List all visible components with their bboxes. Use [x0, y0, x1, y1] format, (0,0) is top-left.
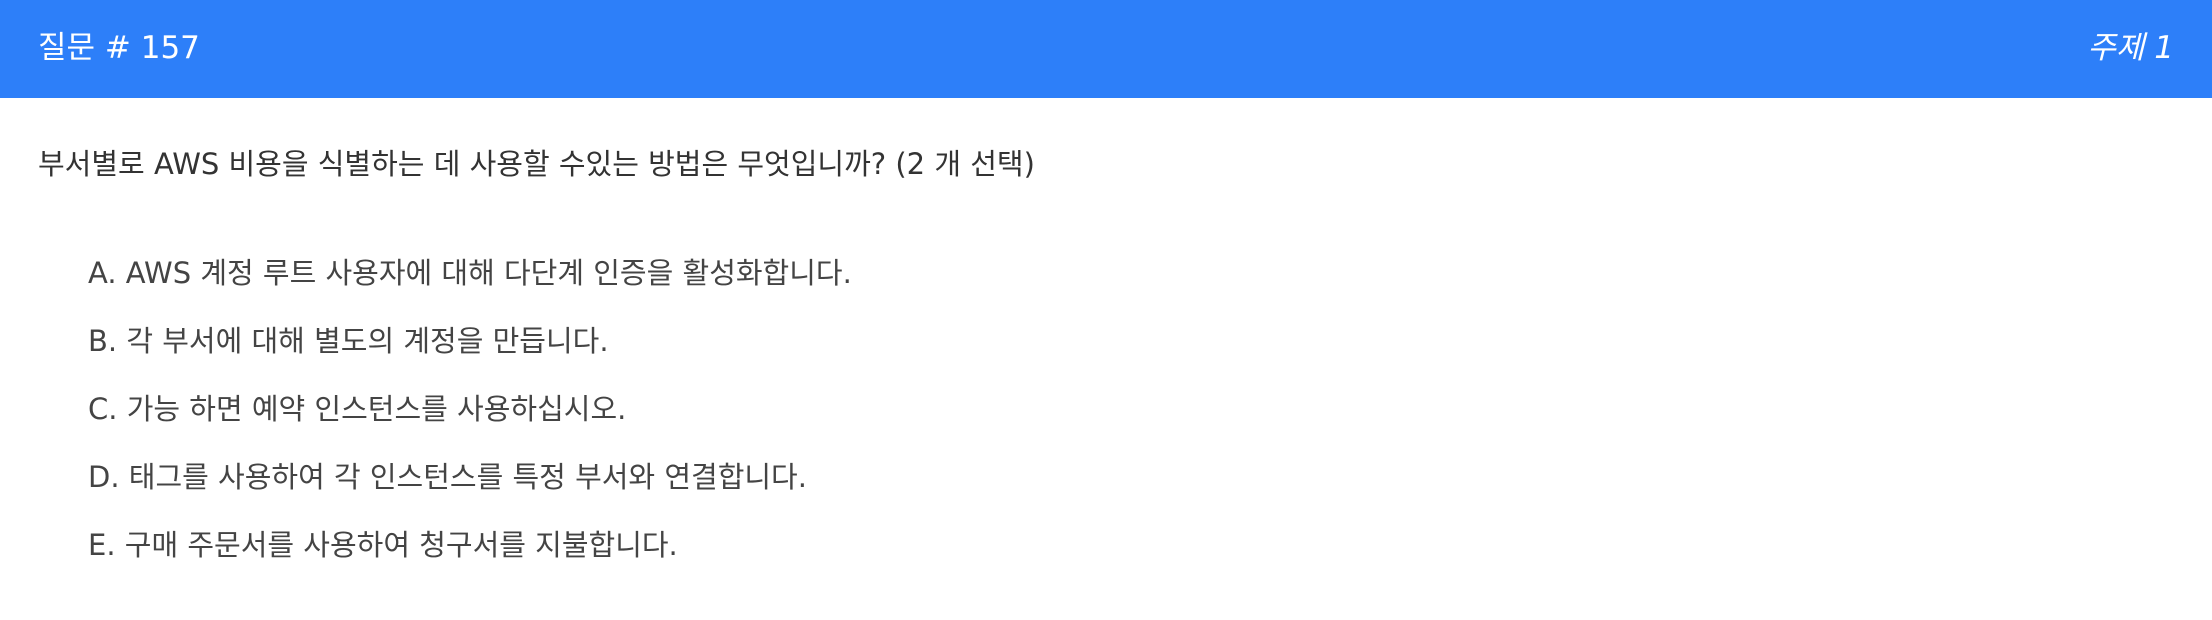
choice-text: 가능 하면 예약 인스턴스를 사용하십시오. [126, 392, 627, 426]
choice-text: 태그를 사용하여 각 인스턴스를 특정 부서와 연결합니다. [128, 460, 807, 494]
choice-text: 각 부서에 대해 별도의 계정을 만듭니다. [126, 324, 609, 358]
answer-choices-list: A. AWS 계정 루트 사용자에 대해 다단계 인증을 활성화합니다. B. … [88, 253, 852, 593]
answer-choice-d[interactable]: D. 태그를 사용하여 각 인스턴스를 특정 부서와 연결합니다. [88, 457, 852, 525]
answer-choice-c[interactable]: C. 가능 하면 예약 인스턴스를 사용하십시오. [88, 389, 852, 457]
answer-choice-b[interactable]: B. 각 부서에 대해 별도의 계정을 만듭니다. [88, 321, 852, 389]
choice-text: 구매 주문서를 사용하여 청구서를 지불합니다. [124, 528, 678, 562]
choice-letter: C. [88, 392, 127, 426]
question-header: 질문 # 157 주제 1 [0, 0, 2212, 98]
choice-text: AWS 계정 루트 사용자에 대해 다단계 인증을 활성화합니다. [125, 256, 852, 290]
topic-label: 주제 1 [2087, 30, 2174, 66]
question-text: 부서별로 AWS 비용을 식별하는 데 사용할 수있는 방법은 무엇입니까? (… [38, 147, 1035, 181]
choice-letter: B. [88, 324, 127, 358]
answer-choice-e[interactable]: E. 구매 주문서를 사용하여 청구서를 지불합니다. [88, 525, 852, 593]
answer-choice-a[interactable]: A. AWS 계정 루트 사용자에 대해 다단계 인증을 활성화합니다. [88, 253, 852, 321]
question-number: 질문 # 157 [38, 30, 200, 66]
choice-letter: D. [88, 460, 129, 494]
choice-letter: E. [88, 528, 125, 562]
choice-letter: A. [88, 256, 126, 290]
